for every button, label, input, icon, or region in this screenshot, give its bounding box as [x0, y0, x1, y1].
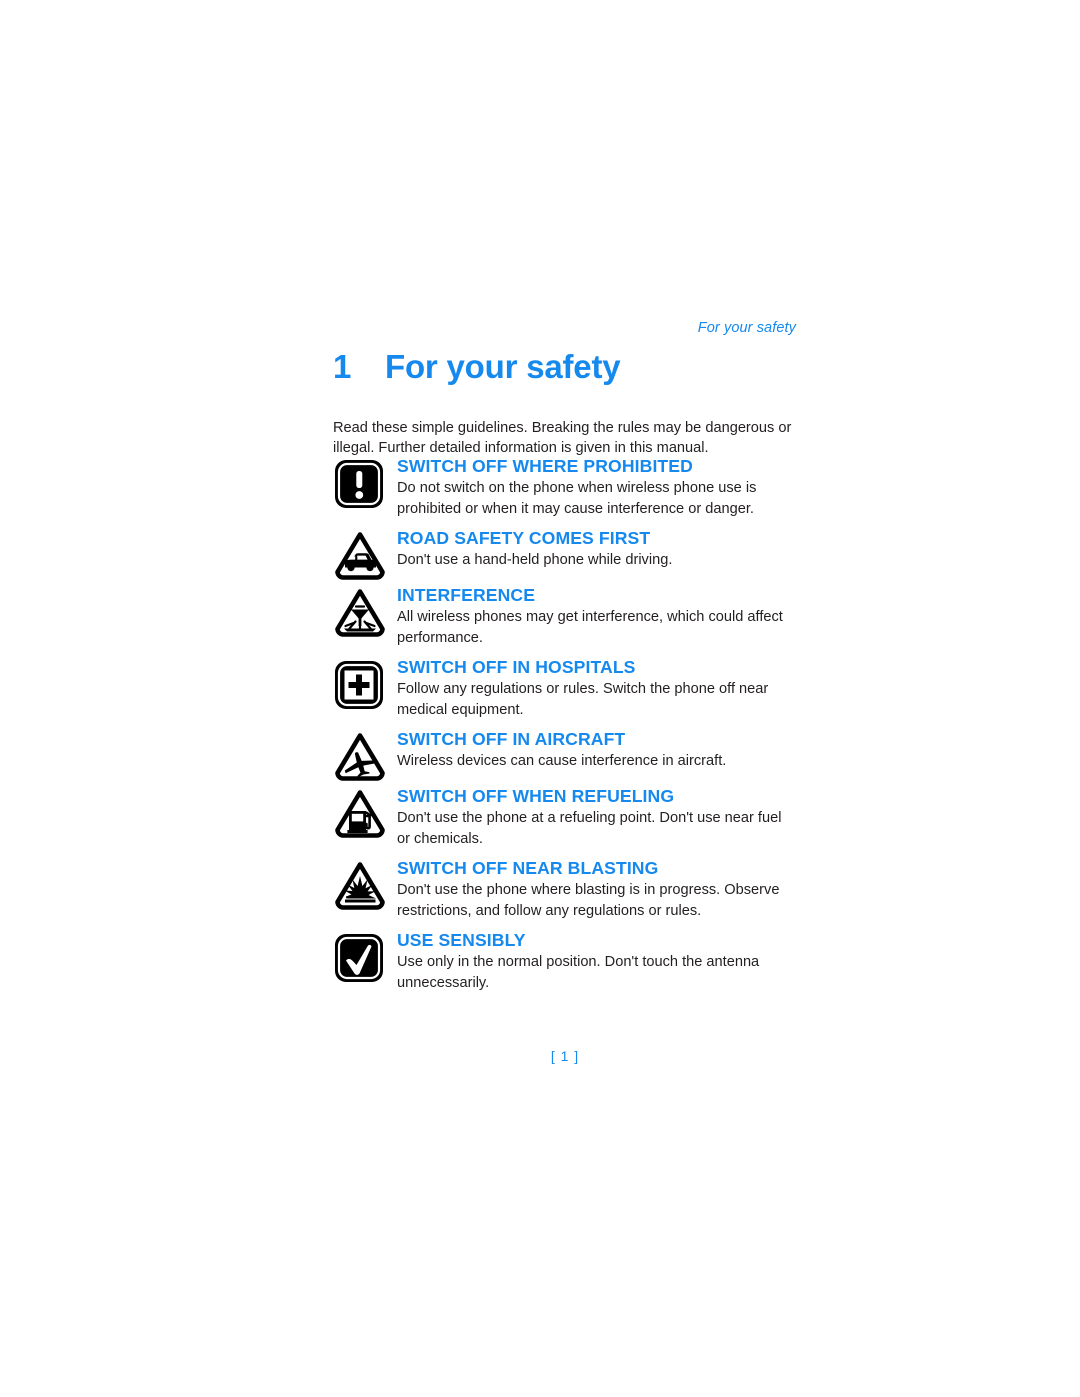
safety-body: Follow any regulations or rules. Switch … [397, 681, 769, 718]
safety-body: All wireless phones may get interference… [397, 609, 783, 646]
safety-body: Don't use a hand-held phone while drivin… [397, 552, 673, 568]
page-number: [ 1 ] [550, 1048, 580, 1064]
safety-heading: USE SENSIBLY [397, 930, 526, 950]
list-item: SWITCH OFF IN AIRCRAFT Wireless devices … [333, 728, 797, 781]
exclamation-square-icon [333, 457, 387, 511]
list-item: USE SENSIBLY Use only in the normal posi… [333, 929, 797, 993]
safety-heading: SWITCH OFF IN AIRCRAFT [397, 729, 626, 749]
list-item: SWITCH OFF IN HOSPITALS Follow any regul… [333, 656, 797, 720]
list-item: SWITCH OFF WHEN REFUELING Don't use the … [333, 785, 797, 849]
safety-body: Do not switch on the phone when wireless… [397, 480, 757, 517]
interference-triangle-icon [333, 586, 387, 640]
car-triangle-icon [333, 529, 387, 583]
intro-paragraph: Read these simple guidelines. Breaking t… [333, 419, 792, 457]
chapter-number: 1 [333, 348, 352, 385]
document-page: For your safety 1 For your safety Read th… [0, 0, 1080, 1397]
safety-heading: INTERFERENCE [397, 585, 536, 605]
list-item: SWITCH OFF NEAR BLASTING Don't use the p… [333, 857, 797, 921]
safety-heading: SWITCH OFF IN HOSPITALS [397, 657, 636, 677]
safety-body: Wireless devices can cause interference … [397, 753, 727, 769]
blasting-triangle-icon [333, 859, 387, 913]
safety-heading: SWITCH OFF WHERE PROHIBITED [397, 456, 693, 476]
safety-heading: SWITCH OFF NEAR BLASTING [397, 858, 659, 878]
safety-guidelines-list: SWITCH OFF WHERE PROHIBITED Do not switc… [333, 455, 797, 993]
checkmark-square-icon [333, 931, 387, 985]
list-item: ROAD SAFETY COMES FIRST Don't use a hand… [333, 527, 797, 580]
safety-heading: SWITCH OFF WHEN REFUELING [397, 786, 675, 806]
page-title: 1 For your safety [333, 348, 621, 386]
fuel-pump-triangle-icon [333, 787, 387, 841]
safety-body: Don't use the phone at a refueling point… [397, 810, 782, 847]
safety-heading: ROAD SAFETY COMES FIRST [397, 528, 651, 548]
list-item: INTERFERENCE All wireless phones may get… [333, 584, 797, 648]
safety-body: Don't use the phone where blasting is in… [397, 882, 780, 919]
airplane-triangle-icon [333, 730, 387, 784]
chapter-title-text: For your safety [385, 348, 621, 385]
safety-body: Use only in the normal position. Don't t… [397, 954, 760, 991]
hospital-cross-square-icon [333, 658, 387, 712]
list-item: SWITCH OFF WHERE PROHIBITED Do not switc… [333, 455, 797, 519]
running-header: For your safety [697, 320, 796, 336]
